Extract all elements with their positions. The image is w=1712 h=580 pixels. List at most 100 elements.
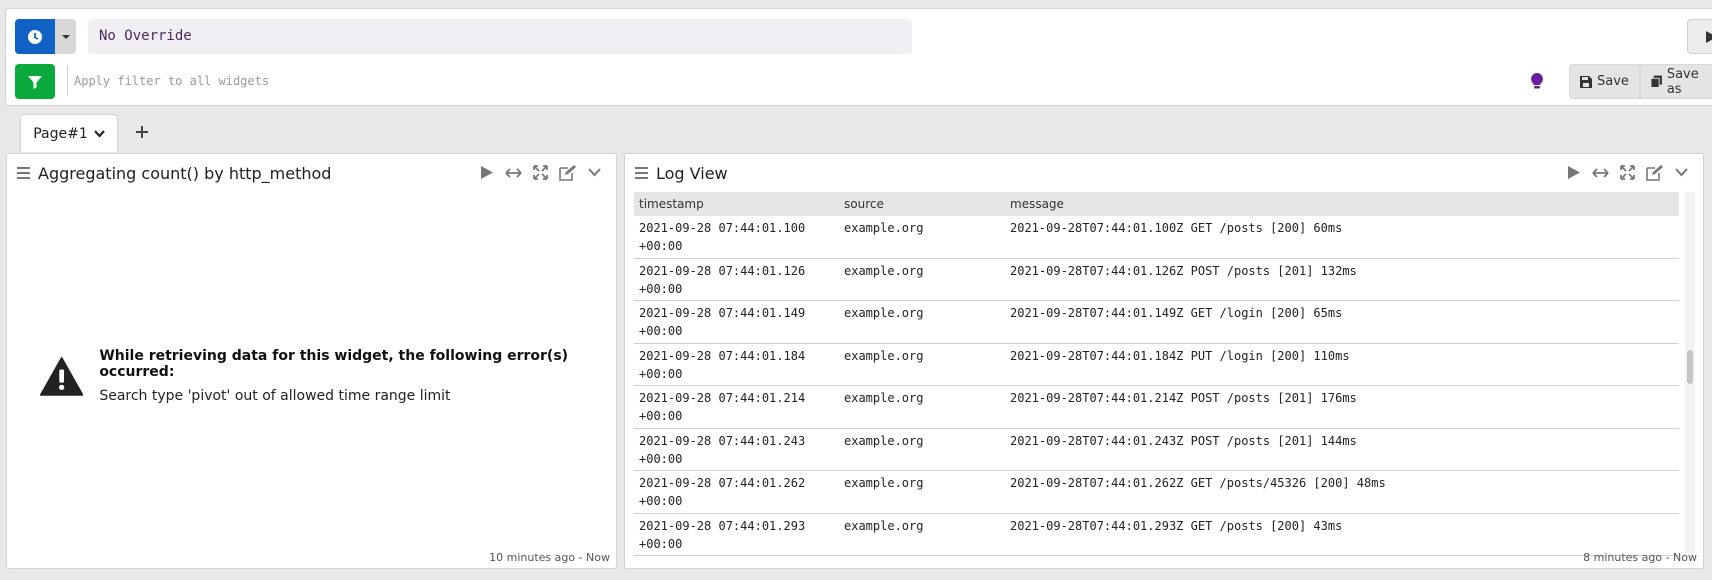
message-cell: 2021-09-28T07:44:01.293Z GET /posts [200… [1010,518,1343,533]
error-heading: While retrieving data for this widget, t… [99,348,569,380]
timestamp-offset: +00:00 [639,239,683,253]
log-table-body: 2021-09-28 07:44:01.100 +00:00 example.org… [634,216,1679,556]
play-icon[interactable] [1565,164,1582,181]
filter-icon [28,75,42,89]
chevron-down-icon[interactable] [1673,164,1690,181]
table-row[interactable]: 2021-09-28 07:44:01.293 +00:00 example.org… [634,514,1679,556]
copy-icon [1650,75,1662,88]
drag-handle-icon[interactable] [17,164,30,182]
edit-icon[interactable] [559,164,576,181]
message-cell: 2021-09-28T07:44:01.149Z GET /login [200… [1010,306,1343,320]
timestamp-date: 2021-09-28 07:44:01.149 [639,306,806,320]
message-cell: 2021-09-28T07:44:01.262Z GET /posts/4532… [1010,476,1386,490]
message-cell: 2021-09-28T07:44:01.126Z POST /posts [20… [1010,263,1357,278]
timestamp-cell: 2021-09-28 07:44:01.243 +00:00 [634,432,839,471]
timestamp-date: 2021-09-28 07:44:01.243 [639,433,806,448]
source-cell: example.org [844,433,924,448]
table-row[interactable]: 2021-09-28 07:44:01.184 +00:00 example.org… [634,344,1679,386]
source-cell: example.org [844,263,924,278]
timestamp-cell: 2021-09-28 07:44:01.262 +00:00 [634,474,839,513]
tab-label: Page#1 [33,125,88,142]
log-scrollbar[interactable] [1685,192,1695,556]
time-range-button[interactable] [15,19,55,54]
play-icon [1706,31,1712,43]
timestamp-date: 2021-09-28 07:44:01.262 [639,476,806,490]
table-row[interactable]: 2021-09-28 07:44:01.214 +00:00 example.org… [634,386,1679,429]
save-button[interactable]: Save [1569,64,1640,99]
search-bar: No Override Apply filter to all widgets … [5,8,1712,106]
resize-horizontal-icon[interactable] [505,164,522,181]
table-row[interactable]: 2021-09-28 07:44:01.100 +00:00 example.org… [634,216,1679,259]
widget-title: Log View [656,163,728,183]
bulb-icon[interactable] [1531,73,1543,89]
source-cell: example.org [844,391,924,405]
timestamp-offset: +00:00 [639,409,683,423]
tab-page-1[interactable]: Page#1 [20,114,118,152]
timestamp-offset: +00:00 [639,366,683,381]
timestamp-date: 2021-09-28 07:44:01.126 [639,263,806,278]
expand-icon[interactable] [532,164,549,181]
log-table-header: timestamp source message [634,192,1679,216]
play-icon[interactable] [478,164,495,181]
timestamp-offset: +00:00 [639,324,683,338]
error-detail: Search type 'pivot' out of allowed time … [99,388,451,404]
warning-icon [40,356,84,396]
timestamp-offset: +00:00 [639,451,683,466]
drag-handle-icon[interactable] [635,164,648,182]
run-search-button[interactable] [1687,19,1712,54]
scrollbar-thumb[interactable] [1687,350,1693,384]
timestamp-cell: 2021-09-28 07:44:01.214 +00:00 [634,389,839,428]
caret-down-icon [61,34,70,39]
floppy-icon [1580,75,1592,88]
source-cell: example.org [844,518,924,533]
message-cell: 2021-09-28T07:44:01.100Z GET /posts [200… [1010,221,1343,235]
time-range-dropdown[interactable] [55,19,76,54]
widget-header: Log View [625,154,1703,192]
widget-timerange-footer: 10 minutes ago - Now [489,551,610,564]
widget-actions [478,164,603,181]
source-cell: example.org [844,221,924,235]
widget-title: Aggregating count() by http_method [38,163,332,183]
source-cell: example.org [844,306,924,320]
widget-timerange-footer: 8 minutes ago - Now [1583,551,1697,564]
table-row[interactable]: 2021-09-28 07:44:01.243 +00:00 example.org… [634,429,1679,471]
timestamp-offset: +00:00 [639,494,683,508]
timestamp-cell: 2021-09-28 07:44:01.184 +00:00 [634,347,839,386]
table-row[interactable]: 2021-09-28 07:44:01.126 +00:00 example.org… [634,259,1679,301]
table-row[interactable]: 2021-09-28 07:44:01.149 +00:00 example.org… [634,301,1679,344]
chevron-down-icon[interactable] [586,164,603,181]
plus-icon[interactable] [134,124,150,140]
log-view-widget: Log View timestamp source message 2021-0… [624,153,1704,569]
filter-input[interactable]: Apply filter to all widgets [67,66,1517,96]
save-as-button[interactable]: Save as [1639,64,1712,99]
message-cell: 2021-09-28T07:44:01.214Z POST /posts [20… [1010,391,1357,405]
resize-horizontal-icon[interactable] [1592,164,1609,181]
save-controls: Save Save as [1569,64,1712,99]
column-header-source[interactable]: source [839,192,1005,216]
timestamp-date: 2021-09-28 07:44:01.214 [639,391,806,405]
message-cell: 2021-09-28T07:44:01.184Z PUT /login [200… [1010,348,1350,363]
time-override-field[interactable]: No Override [88,19,912,54]
expand-icon[interactable] [1619,164,1636,181]
timestamp-date: 2021-09-28 07:44:01.100 [639,221,806,235]
column-header-message[interactable]: message [1005,192,1679,216]
column-header-timestamp[interactable]: timestamp [634,192,839,216]
aggregation-widget: Aggregating count() by http_method While… [6,153,617,569]
timestamp-cell: 2021-09-28 07:44:01.149 +00:00 [634,304,839,343]
table-row[interactable]: 2021-09-28 07:44:01.262 +00:00 example.org… [634,471,1679,514]
widget-header: Aggregating count() by http_method [7,154,616,192]
timestamp-offset: +00:00 [639,281,683,296]
timestamp-offset: +00:00 [639,536,683,551]
chevron-down-icon [93,129,105,138]
timestamp-date: 2021-09-28 07:44:01.293 [639,518,806,533]
timestamp-cell: 2021-09-28 07:44:01.100 +00:00 [634,219,839,258]
log-table: timestamp source message 2021-09-28 07:4… [634,192,1679,556]
edit-icon[interactable] [1646,164,1663,181]
save-label: Save [1597,74,1629,89]
source-cell: example.org [844,348,924,363]
message-cell: 2021-09-28T07:44:01.243Z POST /posts [20… [1010,433,1357,448]
error-message: While retrieving data for this widget, t… [40,348,616,404]
source-cell: example.org [844,476,924,490]
filter-button[interactable] [15,64,55,99]
timestamp-date: 2021-09-28 07:44:01.184 [639,348,806,363]
